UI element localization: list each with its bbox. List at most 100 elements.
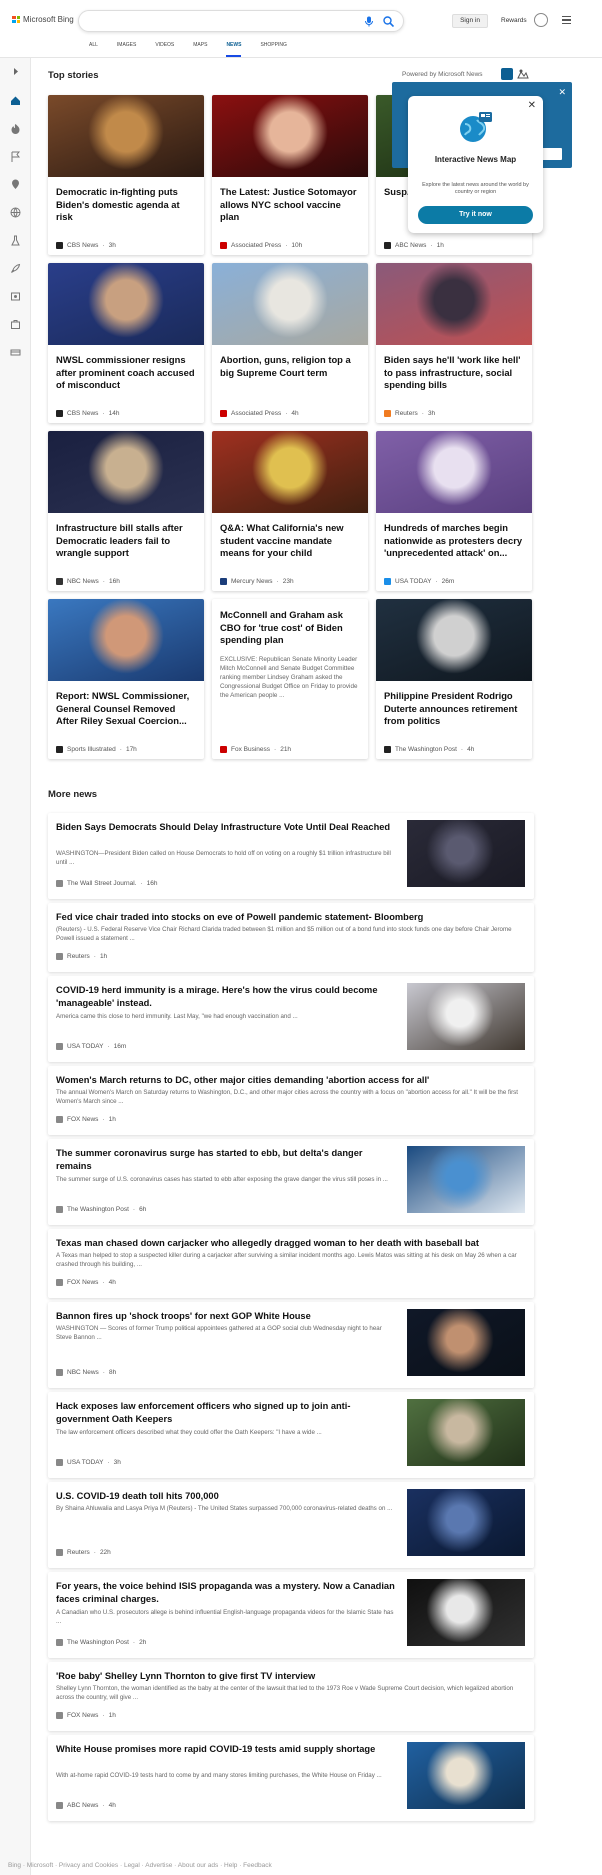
top-story-card[interactable]: McConnell and Graham ask CBO for 'true c… <box>212 599 368 759</box>
story-title[interactable]: Democratic in-fighting puts Biden's dome… <box>48 177 204 224</box>
science-icon[interactable] <box>10 235 21 246</box>
news-thumbnail[interactable] <box>407 1309 525 1376</box>
story-time: 1h <box>436 242 444 249</box>
news-title[interactable]: Hack exposes law enforcement officers wh… <box>56 1400 396 1426</box>
rocket-icon[interactable] <box>10 263 21 274</box>
trophy-icon[interactable] <box>534 13 548 27</box>
news-source: FOX News · 1h <box>56 1712 116 1719</box>
story-title[interactable]: Report: NWSL Commissioner, General Couns… <box>48 681 204 728</box>
top-story-card[interactable]: The Latest: Justice Sotomayor allows NYC… <box>212 95 368 255</box>
more-news-item[interactable]: Biden Says Democrats Should Delay Infras… <box>48 813 534 899</box>
tab-videos[interactable]: VIDEOS <box>155 41 174 57</box>
story-title[interactable]: McConnell and Graham ask CBO for 'true c… <box>212 599 368 647</box>
more-news-item[interactable]: 'Roe baby' Shelley Lynn Thornton to give… <box>48 1662 534 1731</box>
news-thumbnail[interactable] <box>407 983 525 1050</box>
news-title[interactable]: White House promises more rapid COVID-19… <box>56 1743 396 1756</box>
story-title[interactable]: The Latest: Justice Sotomayor allows NYC… <box>212 177 368 224</box>
more-news-item[interactable]: Bannon fires up 'shock troops' for next … <box>48 1302 534 1388</box>
close-icon[interactable]: ✕ <box>528 100 536 111</box>
news-title[interactable]: COVID-19 herd immunity is a mirage. Here… <box>56 984 396 1010</box>
top-story-card[interactable]: Report: NWSL Commissioner, General Couns… <box>48 599 204 759</box>
news-description: America came this close to herd immunity… <box>56 1013 298 1020</box>
more-news-item[interactable]: The summer coronavirus surge has started… <box>48 1139 534 1225</box>
map-view-icon[interactable] <box>517 68 529 80</box>
top-story-card[interactable]: NWSL commissioner resigns after prominen… <box>48 263 204 423</box>
expand-arrow-icon[interactable] <box>10 66 21 77</box>
news-title[interactable]: Women's March returns to DC, other major… <box>56 1074 526 1087</box>
top-story-card[interactable]: Abortion, guns, religion top a big Supre… <box>212 263 368 423</box>
story-image <box>48 95 204 177</box>
separator: · <box>285 410 288 417</box>
separator: · <box>102 578 105 585</box>
rewards-label[interactable]: Rewards <box>501 17 527 24</box>
news-title[interactable]: Bannon fires up 'shock troops' for next … <box>56 1310 396 1323</box>
news-thumbnail[interactable] <box>407 1579 525 1646</box>
news-thumbnail[interactable] <box>407 1489 525 1556</box>
tab-all[interactable]: ALL <box>89 41 98 57</box>
home-icon[interactable] <box>10 95 21 106</box>
top-story-card[interactable]: Hundreds of marches begin nationwide as … <box>376 431 532 591</box>
globe-icon[interactable] <box>10 207 21 218</box>
source-name: USA TODAY <box>395 578 432 585</box>
news-title[interactable]: 'Roe baby' Shelley Lynn Thornton to give… <box>56 1670 526 1683</box>
money-icon[interactable] <box>10 347 21 358</box>
story-source: The Washington Post · 4h <box>384 746 474 753</box>
story-title[interactable]: Biden says he'll 'work like hell' to pas… <box>376 345 532 392</box>
top-story-card[interactable]: Democratic in-fighting puts Biden's dome… <box>48 95 204 255</box>
sign-in-button[interactable]: Sign in <box>452 14 488 28</box>
news-title[interactable]: For years, the voice behind ISIS propaga… <box>56 1580 396 1606</box>
more-news-item[interactable]: U.S. COVID-19 death toll hits 700,000 By … <box>48 1482 534 1568</box>
top-story-card[interactable]: Infrastructure bill stalls after Democra… <box>48 431 204 591</box>
news-title[interactable]: The summer coronavirus surge has started… <box>56 1147 396 1173</box>
news-thumbnail[interactable] <box>407 1146 525 1213</box>
news-time: 4h <box>108 1279 116 1286</box>
story-title[interactable]: Infrastructure bill stalls after Democra… <box>48 513 204 560</box>
fire-icon[interactable] <box>10 123 21 134</box>
tab-images[interactable]: IMAGES <box>117 41 136 57</box>
search-icon[interactable] <box>383 16 394 27</box>
source-name: Associated Press <box>231 410 282 417</box>
more-news-item[interactable]: Texas man chased down carjacker who alle… <box>48 1229 534 1298</box>
close-icon[interactable]: ✕ <box>558 87 566 98</box>
separator: · <box>102 1279 105 1286</box>
source-name: Associated Press <box>231 242 282 249</box>
search-box[interactable] <box>78 10 404 32</box>
story-title[interactable]: Abortion, guns, religion top a big Supre… <box>212 345 368 379</box>
more-news-item[interactable]: Hack exposes law enforcement officers wh… <box>48 1392 534 1478</box>
news-thumbnail[interactable] <box>407 1399 525 1466</box>
microphone-icon[interactable] <box>364 16 374 27</box>
news-thumbnail[interactable] <box>407 820 525 887</box>
more-news-item[interactable]: COVID-19 herd immunity is a mirage. Here… <box>48 976 534 1062</box>
news-thumbnail[interactable] <box>407 1742 525 1809</box>
hamburger-menu-icon[interactable] <box>562 16 571 24</box>
tab-news[interactable]: NEWS <box>226 41 242 57</box>
news-time: 1h <box>108 1116 116 1123</box>
news-title[interactable]: Fed vice chair traded into stocks on eve… <box>56 911 526 924</box>
location-pin-icon[interactable] <box>10 179 21 190</box>
flag-icon[interactable] <box>10 151 21 162</box>
entertainment-icon[interactable] <box>10 291 21 302</box>
top-story-card[interactable]: Biden says he'll 'work like hell' to pas… <box>376 263 532 423</box>
more-news-item[interactable]: White House promises more rapid COVID-19… <box>48 1735 534 1821</box>
top-story-card[interactable]: Q&A: What California's new student vacci… <box>212 431 368 591</box>
tab-shopping[interactable]: SHOPPING <box>260 41 286 57</box>
story-title[interactable]: Q&A: What California's new student vacci… <box>212 513 368 560</box>
bing-logo[interactable]: Microsoft Bing <box>12 15 74 24</box>
news-title[interactable]: Biden Says Democrats Should Delay Infras… <box>56 821 396 834</box>
business-icon[interactable] <box>10 319 21 330</box>
search-input[interactable] <box>89 15 339 28</box>
more-news-item[interactable]: Women's March returns to DC, other major… <box>48 1066 534 1135</box>
top-story-card[interactable]: Philippine President Rodrigo Duterte ann… <box>376 599 532 759</box>
tab-maps[interactable]: MAPS <box>193 41 207 57</box>
news-time: 6h <box>139 1206 147 1213</box>
footer-links[interactable]: Bing · Microsoft · Privacy and Cookies ·… <box>0 1862 602 1869</box>
more-news-item[interactable]: For years, the voice behind ISIS propaga… <box>48 1572 534 1658</box>
grid-view-icon[interactable] <box>501 68 513 80</box>
more-news-item[interactable]: Fed vice chair traded into stocks on eve… <box>48 903 534 972</box>
story-title[interactable]: NWSL commissioner resigns after prominen… <box>48 345 204 392</box>
story-title[interactable]: Hundreds of marches begin nationwide as … <box>376 513 532 560</box>
story-title[interactable]: Philippine President Rodrigo Duterte ann… <box>376 681 532 728</box>
try-it-now-button[interactable]: Try it now <box>418 206 533 224</box>
news-title[interactable]: U.S. COVID-19 death toll hits 700,000 <box>56 1490 396 1503</box>
news-title[interactable]: Texas man chased down carjacker who alle… <box>56 1237 526 1250</box>
